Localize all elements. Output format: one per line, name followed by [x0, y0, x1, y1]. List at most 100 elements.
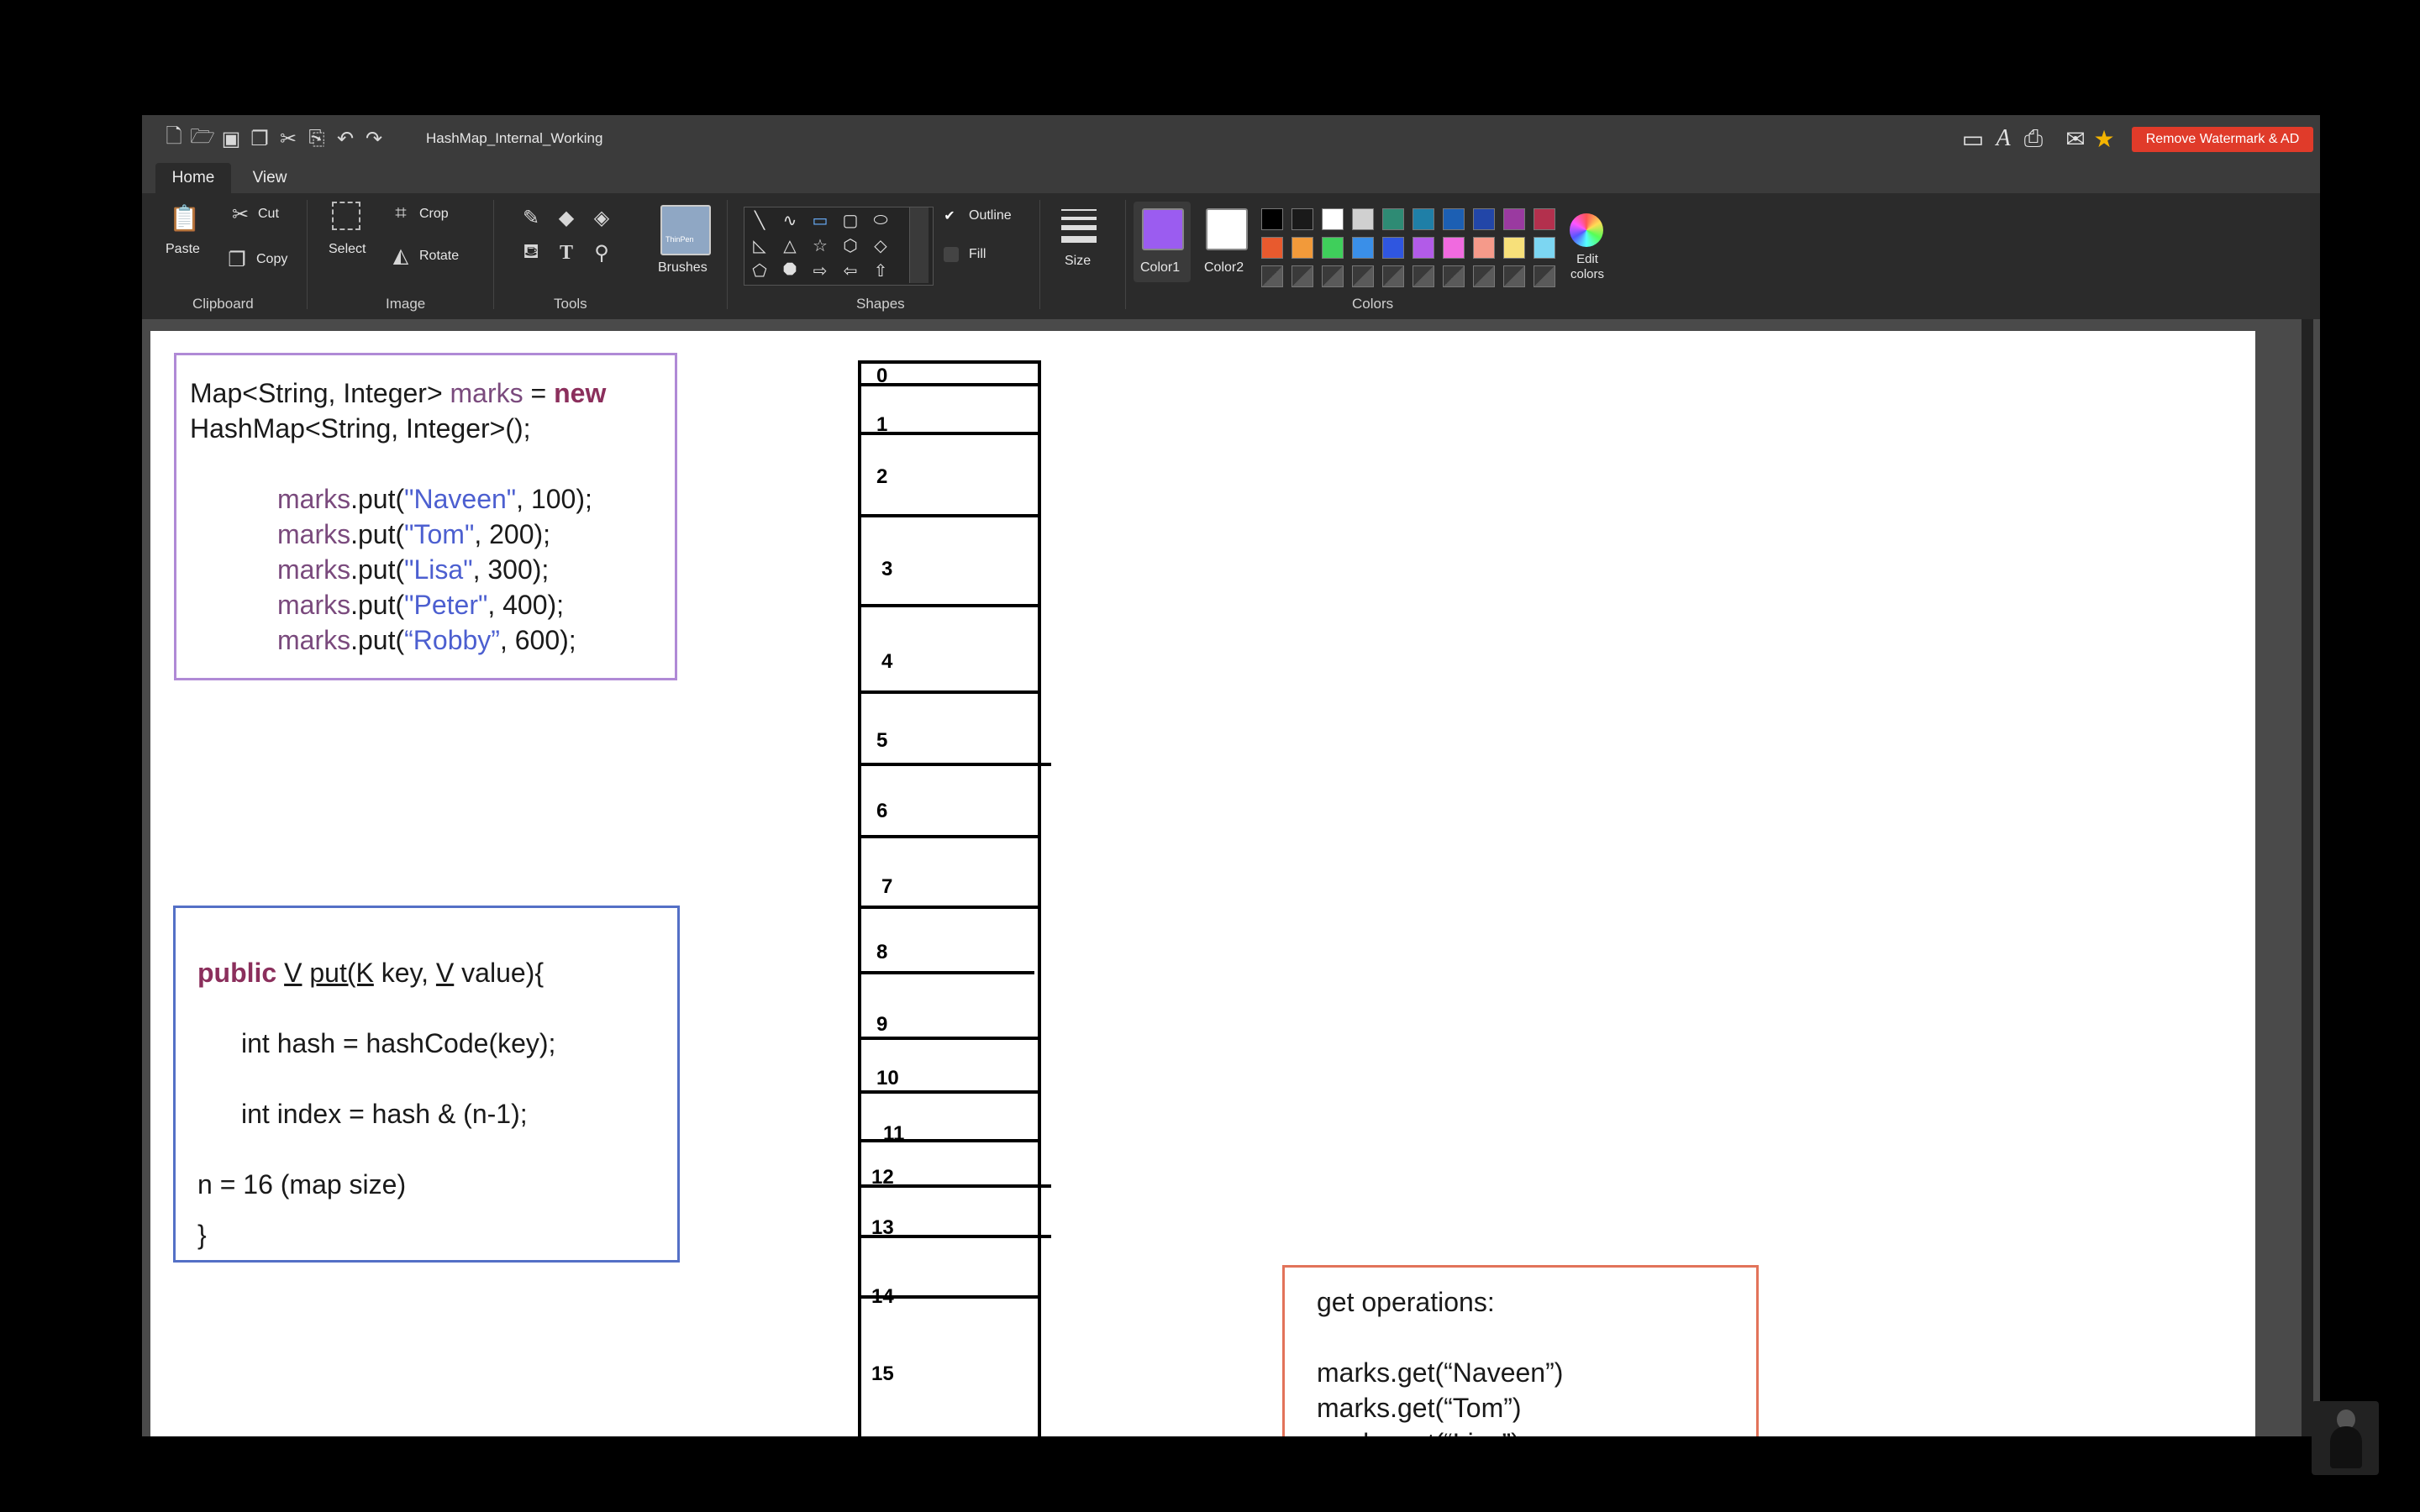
palette-swatch[interactable] — [1413, 237, 1434, 259]
line-shape-icon[interactable]: ╲ — [744, 207, 775, 233]
print-icon[interactable]: ⎙ — [2019, 125, 2048, 152]
eraser-icon[interactable]: ◆ — [554, 205, 579, 230]
palette-swatch[interactable] — [1413, 208, 1434, 230]
palette-swatch[interactable] — [1322, 237, 1344, 259]
color-wheel-icon[interactable] — [1570, 213, 1603, 247]
color-picker-icon[interactable]: ⚲ — [589, 240, 614, 265]
fill-bucket-icon[interactable]: ◈ — [589, 205, 614, 230]
paint-bucket-icon[interactable]: ⛾ — [518, 240, 544, 265]
edit-colors-button[interactable]: Edit colors — [1570, 252, 1604, 282]
remove-watermark-button[interactable]: Remove Watermark & AD — [2132, 127, 2313, 152]
text-tool-icon[interactable]: T — [554, 240, 579, 265]
palette-swatch[interactable] — [1503, 208, 1525, 230]
bucket-divider — [858, 1037, 1041, 1040]
palette-swatch[interactable] — [1443, 265, 1465, 287]
star-icon[interactable]: ★ — [2090, 125, 2118, 152]
crop-button[interactable]: Crop — [419, 207, 449, 222]
right-triangle-shape-icon[interactable]: ◺ — [744, 233, 775, 258]
palette-swatch[interactable] — [1261, 265, 1283, 287]
ellipse-shape-icon[interactable]: ⬭ — [865, 207, 896, 233]
code-token: marks — [277, 625, 351, 655]
palette-swatch[interactable] — [1534, 237, 1555, 259]
save-icon[interactable]: ▣ — [219, 127, 243, 150]
palette-swatch[interactable] — [1473, 237, 1495, 259]
up-arrow-shape-icon[interactable]: ⇧ — [865, 258, 896, 283]
star-shape-icon[interactable]: ☆ — [805, 233, 835, 258]
tab-home[interactable]: Home — [155, 163, 231, 193]
paste-icon[interactable]: ⎘ — [305, 127, 329, 150]
paste-button[interactable]: Paste — [166, 242, 200, 257]
palette-swatch[interactable] — [1443, 237, 1465, 259]
fill-checkbox[interactable] — [944, 247, 959, 262]
palette-swatch[interactable] — [1413, 265, 1434, 287]
size-button[interactable]: Size — [1065, 254, 1091, 269]
palette-swatch[interactable] — [1352, 237, 1374, 259]
bucket-divider — [858, 690, 1041, 694]
left-arrow-shape-icon[interactable]: ⇦ — [835, 258, 865, 283]
copy-icon[interactable]: ❐ — [226, 249, 248, 271]
palette-swatch[interactable] — [1503, 265, 1525, 287]
open-folder-icon[interactable]: 🗁 — [190, 125, 215, 150]
palette-swatch[interactable] — [1382, 265, 1404, 287]
color2-swatch[interactable] — [1206, 208, 1248, 250]
brushes-icon[interactable]: ThinPen — [660, 205, 711, 255]
palette-swatch[interactable] — [1473, 265, 1495, 287]
palette-swatch[interactable] — [1473, 208, 1495, 230]
canvas-area[interactable]: Map<String, Integer> marks = new HashMap… — [142, 319, 2320, 1436]
pencil-icon[interactable]: ✎ — [518, 205, 544, 230]
new-file-icon[interactable]: 🗋 — [162, 125, 186, 150]
palette-swatch[interactable] — [1443, 208, 1465, 230]
window-layout-icon[interactable]: ▭ — [1959, 125, 1987, 152]
outline-checkbox[interactable]: ✔ — [942, 208, 957, 223]
palette-swatch[interactable] — [1322, 265, 1344, 287]
palette-swatch[interactable] — [1382, 237, 1404, 259]
select-button[interactable]: Select — [329, 242, 366, 257]
font-icon[interactable]: A — [1989, 125, 2018, 152]
cut-icon[interactable]: ✂ — [229, 203, 251, 226]
copy-icon[interactable]: ❐ — [248, 127, 271, 150]
tab-view[interactable]: View — [236, 163, 303, 193]
rounded-rect-shape-icon[interactable]: ▢ — [835, 207, 865, 233]
bucket-index-label: 2 — [876, 465, 888, 488]
palette-swatch[interactable] — [1322, 208, 1344, 230]
brushes-button[interactable]: Brushes — [658, 260, 708, 276]
undo-icon[interactable]: ↶ — [334, 127, 357, 150]
palette-swatch[interactable] — [1534, 208, 1555, 230]
size-icon[interactable] — [1058, 207, 1100, 245]
triangle-shape-icon[interactable]: △ — [775, 233, 805, 258]
rotate-button[interactable]: Rotate — [419, 249, 459, 264]
copy-button[interactable]: Copy — [256, 252, 287, 267]
paint-window: 🗋 🗁 ▣ ❐ ✂ ⎘ ↶ ↷ HashMap_Internal_Working… — [142, 115, 2320, 1436]
palette-swatch[interactable] — [1503, 237, 1525, 259]
paste-icon[interactable]: 📋 — [169, 202, 200, 235]
select-icon[interactable] — [332, 202, 360, 230]
palette-swatch[interactable] — [1261, 237, 1283, 259]
curve-shape-icon[interactable]: ∿ — [775, 207, 805, 233]
redo-icon[interactable]: ↷ — [362, 127, 386, 150]
octagon-shape-icon[interactable]: ⯃ — [775, 258, 805, 283]
palette-swatch[interactable] — [1292, 208, 1313, 230]
rotate-icon[interactable]: ◭ — [391, 244, 411, 267]
code-token: , 400); — [487, 590, 565, 620]
palette-swatch[interactable] — [1534, 265, 1555, 287]
cut-icon[interactable]: ✂ — [276, 127, 300, 150]
vertical-scrollbar[interactable] — [2302, 319, 2313, 1436]
shapes-scrollbar[interactable] — [909, 207, 929, 283]
palette-swatch[interactable] — [1382, 208, 1404, 230]
mail-icon[interactable]: ✉ — [2061, 125, 2090, 152]
crop-icon[interactable]: ⌗ — [391, 202, 411, 224]
rectangle-shape-icon[interactable]: ▭ — [805, 207, 835, 233]
diamond-shape-icon[interactable]: ◇ — [865, 233, 896, 258]
palette-swatch[interactable] — [1292, 265, 1313, 287]
palette-swatch[interactable] — [1292, 237, 1313, 259]
drawing-page[interactable]: Map<String, Integer> marks = new HashMap… — [150, 331, 2255, 1436]
palette-swatch[interactable] — [1261, 208, 1283, 230]
palette-swatch[interactable] — [1352, 265, 1374, 287]
palette-swatch[interactable] — [1352, 208, 1374, 230]
right-arrow-shape-icon[interactable]: ⇨ — [805, 258, 835, 283]
hexagon-shape-icon[interactable]: ⬡ — [835, 233, 865, 258]
color1-swatch[interactable] — [1142, 208, 1184, 250]
clipboard-group-label: Clipboard — [192, 296, 254, 312]
pentagon-shape-icon[interactable]: ⬠ — [744, 258, 775, 283]
cut-button[interactable]: Cut — [258, 207, 279, 222]
